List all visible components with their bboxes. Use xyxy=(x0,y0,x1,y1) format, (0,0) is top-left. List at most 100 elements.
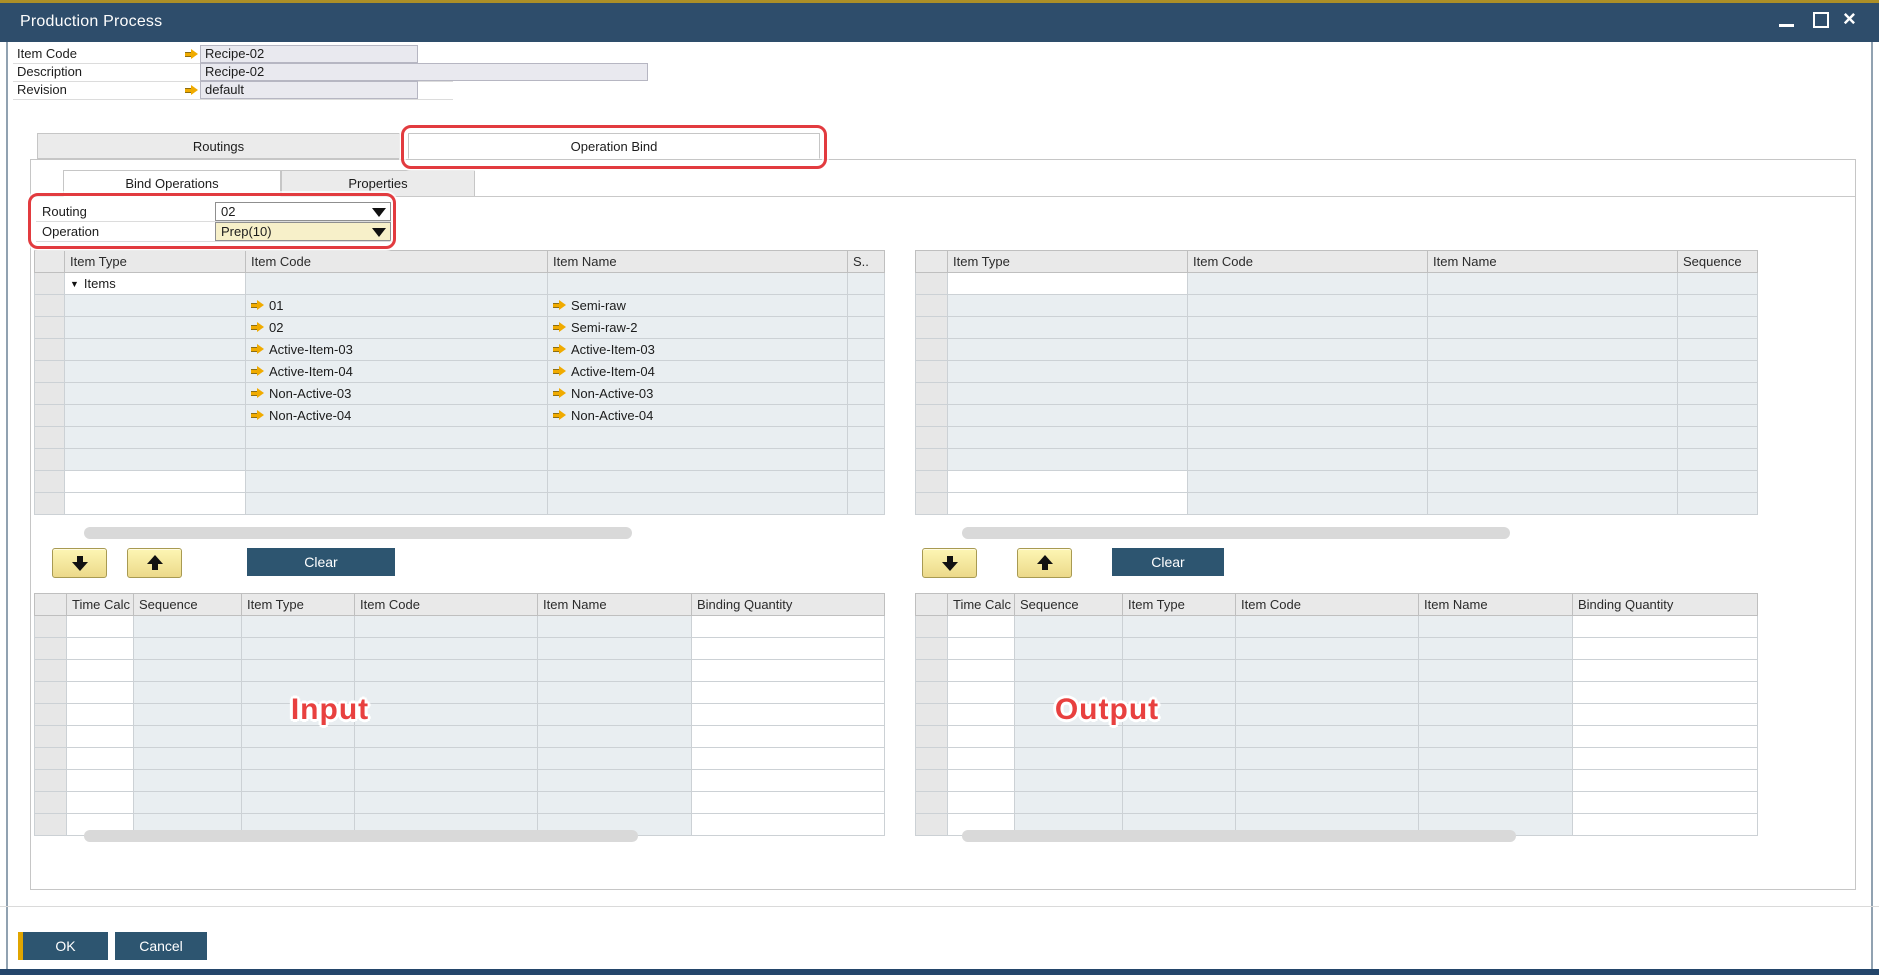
link-arrow-icon[interactable] xyxy=(251,410,264,421)
tree-collapse-icon[interactable]: ▼ xyxy=(70,279,79,289)
move-up-button[interactable] xyxy=(1017,548,1072,578)
column-header: Sequence xyxy=(1015,594,1123,616)
table-row[interactable] xyxy=(916,682,1758,704)
column-header: Item Type xyxy=(242,594,355,616)
table-row[interactable] xyxy=(35,449,885,471)
maximize-button[interactable] xyxy=(1805,0,1835,39)
table-row[interactable] xyxy=(35,726,885,748)
table-row[interactable] xyxy=(35,427,885,449)
table-row[interactable] xyxy=(916,660,1758,682)
link-arrow-icon[interactable] xyxy=(185,85,198,96)
tab-bind-operations[interactable]: Bind Operations xyxy=(63,170,281,197)
table-row[interactable] xyxy=(916,616,1758,638)
input-bind-table[interactable]: Time Calc Sequence Item Type Item Code I… xyxy=(34,593,885,836)
table-row[interactable] xyxy=(35,660,885,682)
clear-button-input[interactable]: Clear xyxy=(247,548,395,576)
link-arrow-icon[interactable] xyxy=(185,49,198,60)
clear-button-output[interactable]: Clear xyxy=(1112,548,1224,576)
horizontal-scrollbar[interactable] xyxy=(84,527,632,539)
header-row: Item Type Item Code Item Name S.. xyxy=(35,251,885,273)
table-row[interactable] xyxy=(35,770,885,792)
horizontal-scrollbar[interactable] xyxy=(84,830,638,842)
link-arrow-icon[interactable] xyxy=(251,366,264,377)
tab-properties[interactable]: Properties xyxy=(281,170,475,197)
minimize-button[interactable] xyxy=(1772,0,1802,39)
link-arrow-icon[interactable] xyxy=(553,344,566,355)
table-row[interactable]: Non-Active-04 Non-Active-04 xyxy=(35,405,885,427)
table-row[interactable] xyxy=(35,704,885,726)
table-row[interactable] xyxy=(916,361,1758,383)
link-arrow-icon[interactable] xyxy=(553,388,566,399)
operation-label: Operation xyxy=(42,222,192,241)
table-row[interactable] xyxy=(916,726,1758,748)
header-row: Item Type Item Code Item Name Sequence xyxy=(916,251,1758,273)
column-header: Time Calc xyxy=(948,594,1015,616)
link-arrow-icon[interactable] xyxy=(251,344,264,355)
table-row[interactable] xyxy=(916,383,1758,405)
down-arrow-icon xyxy=(72,555,88,571)
horizontal-scrollbar[interactable] xyxy=(962,527,1510,539)
table-row[interactable] xyxy=(916,770,1758,792)
tab-operation-bind[interactable]: Operation Bind xyxy=(408,133,820,159)
subtab-divider xyxy=(31,196,1855,197)
link-arrow-icon[interactable] xyxy=(553,366,566,377)
routing-dropdown[interactable]: 02 xyxy=(215,202,391,221)
annotation-input-watermark: Input xyxy=(291,693,369,727)
close-button[interactable]: × xyxy=(1839,0,1869,39)
table-row[interactable] xyxy=(35,493,885,515)
table-row[interactable] xyxy=(35,638,885,660)
link-arrow-icon[interactable] xyxy=(553,410,566,421)
table-row[interactable] xyxy=(35,682,885,704)
link-arrow-icon[interactable] xyxy=(251,322,264,333)
table-row[interactable] xyxy=(35,748,885,770)
operation-dropdown[interactable]: Prep(10) xyxy=(215,222,391,241)
description-field[interactable]: Recipe-02 xyxy=(200,63,648,81)
horizontal-scrollbar[interactable] xyxy=(962,830,1516,842)
move-down-button[interactable] xyxy=(922,548,977,578)
link-arrow-icon[interactable] xyxy=(251,300,264,311)
table-row[interactable] xyxy=(916,638,1758,660)
ok-button[interactable]: OK xyxy=(23,932,108,960)
table-row[interactable] xyxy=(916,273,1758,295)
table-row[interactable] xyxy=(35,616,885,638)
table-row[interactable]: Non-Active-03 Non-Active-03 xyxy=(35,383,885,405)
table-row[interactable] xyxy=(916,748,1758,770)
group-row[interactable]: ▼Items xyxy=(35,273,885,295)
column-header: Item Type xyxy=(1123,594,1236,616)
table-row[interactable] xyxy=(916,471,1758,493)
form-row-item-code: Item Code Recipe-02 xyxy=(13,45,453,64)
link-arrow-icon[interactable] xyxy=(553,300,566,311)
table-row[interactable]: 02 Semi-raw-2 xyxy=(35,317,885,339)
table-row[interactable] xyxy=(916,317,1758,339)
table-row[interactable] xyxy=(916,295,1758,317)
column-header: Binding Quantity xyxy=(1573,594,1758,616)
revision-field[interactable]: default xyxy=(200,81,418,99)
output-bind-table[interactable]: Time Calc Sequence Item Type Item Code I… xyxy=(915,593,1758,836)
table-row[interactable]: 01 Semi-raw xyxy=(35,295,885,317)
operation-value: Prep(10) xyxy=(221,224,272,239)
table-row[interactable] xyxy=(916,405,1758,427)
item-code-field[interactable]: Recipe-02 xyxy=(200,45,418,63)
table-row[interactable] xyxy=(916,427,1758,449)
table-row[interactable] xyxy=(916,449,1758,471)
link-arrow-icon[interactable] xyxy=(553,322,566,333)
item-code-cell: Non-Active-04 xyxy=(269,408,351,423)
table-row[interactable] xyxy=(35,471,885,493)
table-row[interactable] xyxy=(916,704,1758,726)
table-row[interactable] xyxy=(35,792,885,814)
table-row[interactable] xyxy=(916,493,1758,515)
table-row[interactable]: Active-Item-03 Active-Item-03 xyxy=(35,339,885,361)
tab-routings[interactable]: Routings xyxy=(37,133,400,159)
item-code-cell: 01 xyxy=(269,298,283,313)
item-name-cell: Non-Active-04 xyxy=(571,408,653,423)
cancel-button[interactable]: Cancel xyxy=(115,932,207,960)
table-row[interactable] xyxy=(916,339,1758,361)
table-row[interactable] xyxy=(916,792,1758,814)
move-up-button[interactable] xyxy=(127,548,182,578)
table-row[interactable]: Active-Item-04 Active-Item-04 xyxy=(35,361,885,383)
up-arrow-icon xyxy=(147,555,163,571)
link-arrow-icon[interactable] xyxy=(251,388,264,399)
available-items-table-input[interactable]: Item Type Item Code Item Name S.. ▼Items… xyxy=(34,250,885,515)
available-items-table-output[interactable]: Item Type Item Code Item Name Sequence xyxy=(915,250,1758,515)
move-down-button[interactable] xyxy=(52,548,107,578)
